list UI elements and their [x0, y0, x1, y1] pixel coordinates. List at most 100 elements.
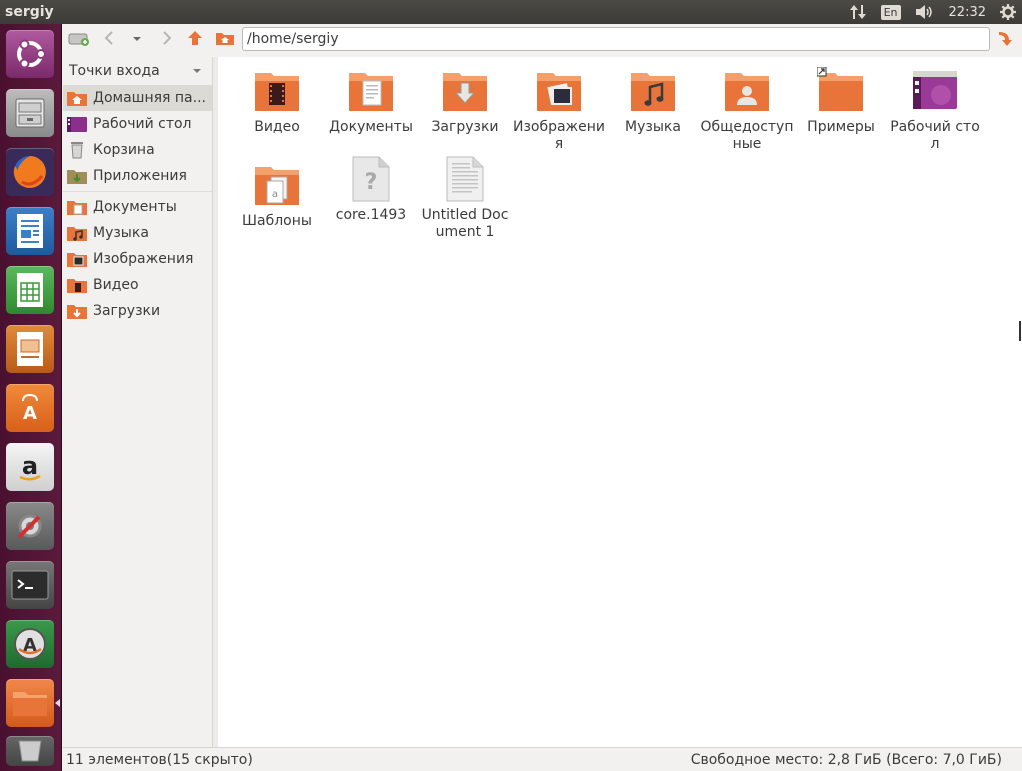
file-item-downloads[interactable]: Загрузки — [418, 67, 512, 136]
sidebar-header-label: Точки входа — [69, 63, 160, 79]
file-item-untitled-document[interactable]: Untitled Document 1 — [418, 155, 512, 241]
launcher-item-file-cabinet[interactable] — [4, 87, 56, 139]
pictures-folder-icon — [66, 249, 88, 269]
clock[interactable]: 22:32 — [949, 5, 986, 20]
file-view: Видео Документы Загрузки Изображения Муз… — [218, 57, 1022, 747]
back-button[interactable] — [95, 26, 123, 54]
sidebar-item-label: Домашняя па... — [93, 90, 206, 106]
launcher: A a A — [0, 24, 62, 771]
svg-text:a: a — [272, 189, 278, 200]
keyboard-layout-indicator[interactable]: En — [880, 4, 901, 20]
launcher-item-impress[interactable] — [4, 323, 56, 375]
launcher-item-updater[interactable]: A — [4, 618, 56, 670]
sidebar-item-downloads[interactable]: Загрузки — [63, 298, 212, 324]
launcher-item-software[interactable]: A — [4, 382, 56, 434]
firefox-icon — [6, 148, 54, 196]
sidebar-item-videos[interactable]: Видео — [63, 272, 212, 298]
videos-folder-icon — [66, 275, 88, 295]
window-title: sergiy — [5, 4, 54, 20]
top-panel: sergiy En 22:32 — [0, 0, 1022, 24]
music-folder-icon — [631, 73, 675, 111]
system-tray: En 22:32 — [835, 0, 1022, 24]
music-folder-icon — [66, 223, 88, 243]
file-label: core.1493 — [335, 207, 407, 223]
go-button[interactable] — [991, 26, 1019, 54]
gear-icon[interactable] — [1000, 4, 1016, 20]
sidebar-item-label: Изображения — [93, 251, 194, 267]
file-item-examples[interactable]: Примеры — [794, 67, 888, 136]
sidebar-item-label: Корзина — [93, 142, 155, 158]
documents-folder-icon — [66, 197, 88, 217]
chevron-down-icon — [192, 63, 202, 79]
up-button[interactable] — [181, 26, 209, 54]
sidebar-item-pictures[interactable]: Изображения — [63, 246, 212, 272]
location-bar[interactable]: /home/sergiy — [242, 27, 990, 51]
ubuntu-logo-icon — [6, 30, 54, 78]
sidebar-item-label: Видео — [93, 277, 139, 293]
sidebar-header[interactable]: Точки входа — [63, 57, 212, 85]
network-icon[interactable] — [849, 4, 867, 20]
launcher-item-calc[interactable] — [4, 264, 56, 316]
go-arrow-icon — [995, 28, 1015, 52]
history-dropdown-button[interactable] — [123, 26, 151, 54]
settings-icon — [6, 502, 54, 550]
file-label: Музыка — [625, 119, 681, 135]
file-item-videos[interactable]: Видео — [230, 67, 324, 136]
arrow-up-icon — [186, 29, 204, 51]
home-folder-icon — [66, 88, 88, 108]
file-item-music[interactable]: Музыка — [606, 67, 700, 136]
sidebar-item-label: Документы — [93, 199, 177, 215]
sidebar-item-label: Рабочий стол — [93, 116, 192, 132]
examples-folder-icon — [817, 67, 863, 111]
forward-button[interactable] — [153, 26, 181, 54]
file-label: Загрузки — [431, 119, 499, 135]
sidebar-item-desktop[interactable]: Рабочий стол — [63, 111, 212, 137]
file-cabinet-icon — [6, 89, 54, 137]
active-indicator — [55, 699, 60, 707]
file-item-pictures[interactable]: Изображения — [512, 67, 606, 153]
file-item-desktop[interactable]: Рабочий стол — [888, 67, 982, 153]
file-item-templates[interactable]: a Шаблоны — [230, 161, 324, 230]
file-label: Untitled Document 1 — [421, 207, 509, 240]
launcher-item-trash[interactable] — [4, 736, 56, 770]
file-label: Общедоступные — [700, 119, 794, 152]
launcher-item-dash[interactable] — [4, 28, 56, 80]
launcher-item-settings[interactable] — [4, 500, 56, 552]
home-location-button[interactable] — [211, 26, 239, 54]
sidebar-separator — [63, 191, 212, 192]
impress-icon — [6, 325, 54, 373]
svg-text:?: ? — [365, 170, 378, 195]
launcher-item-terminal[interactable] — [4, 559, 56, 611]
terminal-icon — [6, 561, 54, 609]
launcher-item-firefox[interactable] — [4, 146, 56, 198]
status-free-space: Свободное место: 2,8 ГиБ (Всего: 7,0 ГиБ… — [690, 751, 1002, 768]
drive-add-icon — [68, 29, 90, 51]
calc-icon — [6, 266, 54, 314]
sidebar-item-trash[interactable]: Корзина — [63, 137, 212, 163]
sidebar-item-documents[interactable]: Документы — [63, 194, 212, 220]
file-label: Изображения — [512, 119, 606, 152]
launcher-item-writer[interactable] — [4, 205, 56, 257]
status-bar: 11 элементов(15 скрыто) Свободное место:… — [63, 747, 1022, 771]
new-tab-button[interactable] — [65, 26, 93, 54]
file-item-core[interactable]: ? core.1493 — [324, 155, 418, 224]
trash-icon — [66, 140, 88, 160]
pictures-folder-icon — [537, 73, 581, 111]
sidebar: Точки входа Домашняя па... Рабочий стол … — [63, 57, 213, 747]
templates-folder-icon: a — [255, 167, 299, 205]
volume-icon[interactable] — [915, 4, 935, 20]
file-item-documents[interactable]: Документы — [324, 67, 418, 136]
documents-folder-icon — [349, 73, 393, 111]
sidebar-item-home[interactable]: Домашняя па... — [63, 85, 212, 111]
sidebar-item-music[interactable]: Музыка — [63, 220, 212, 246]
file-label: Шаблоны — [242, 213, 312, 229]
sidebar-item-applications[interactable]: Приложения — [63, 163, 212, 189]
file-label: Документы — [329, 119, 413, 135]
updater-icon: A — [6, 620, 54, 668]
launcher-item-files[interactable] — [4, 677, 56, 729]
sidebar-item-label: Приложения — [93, 168, 187, 184]
launcher-item-amazon[interactable]: a — [4, 441, 56, 493]
unknown-file-icon: ? — [352, 156, 390, 202]
file-item-public[interactable]: Общедоступные — [700, 67, 794, 153]
chevron-left-icon — [103, 30, 115, 50]
